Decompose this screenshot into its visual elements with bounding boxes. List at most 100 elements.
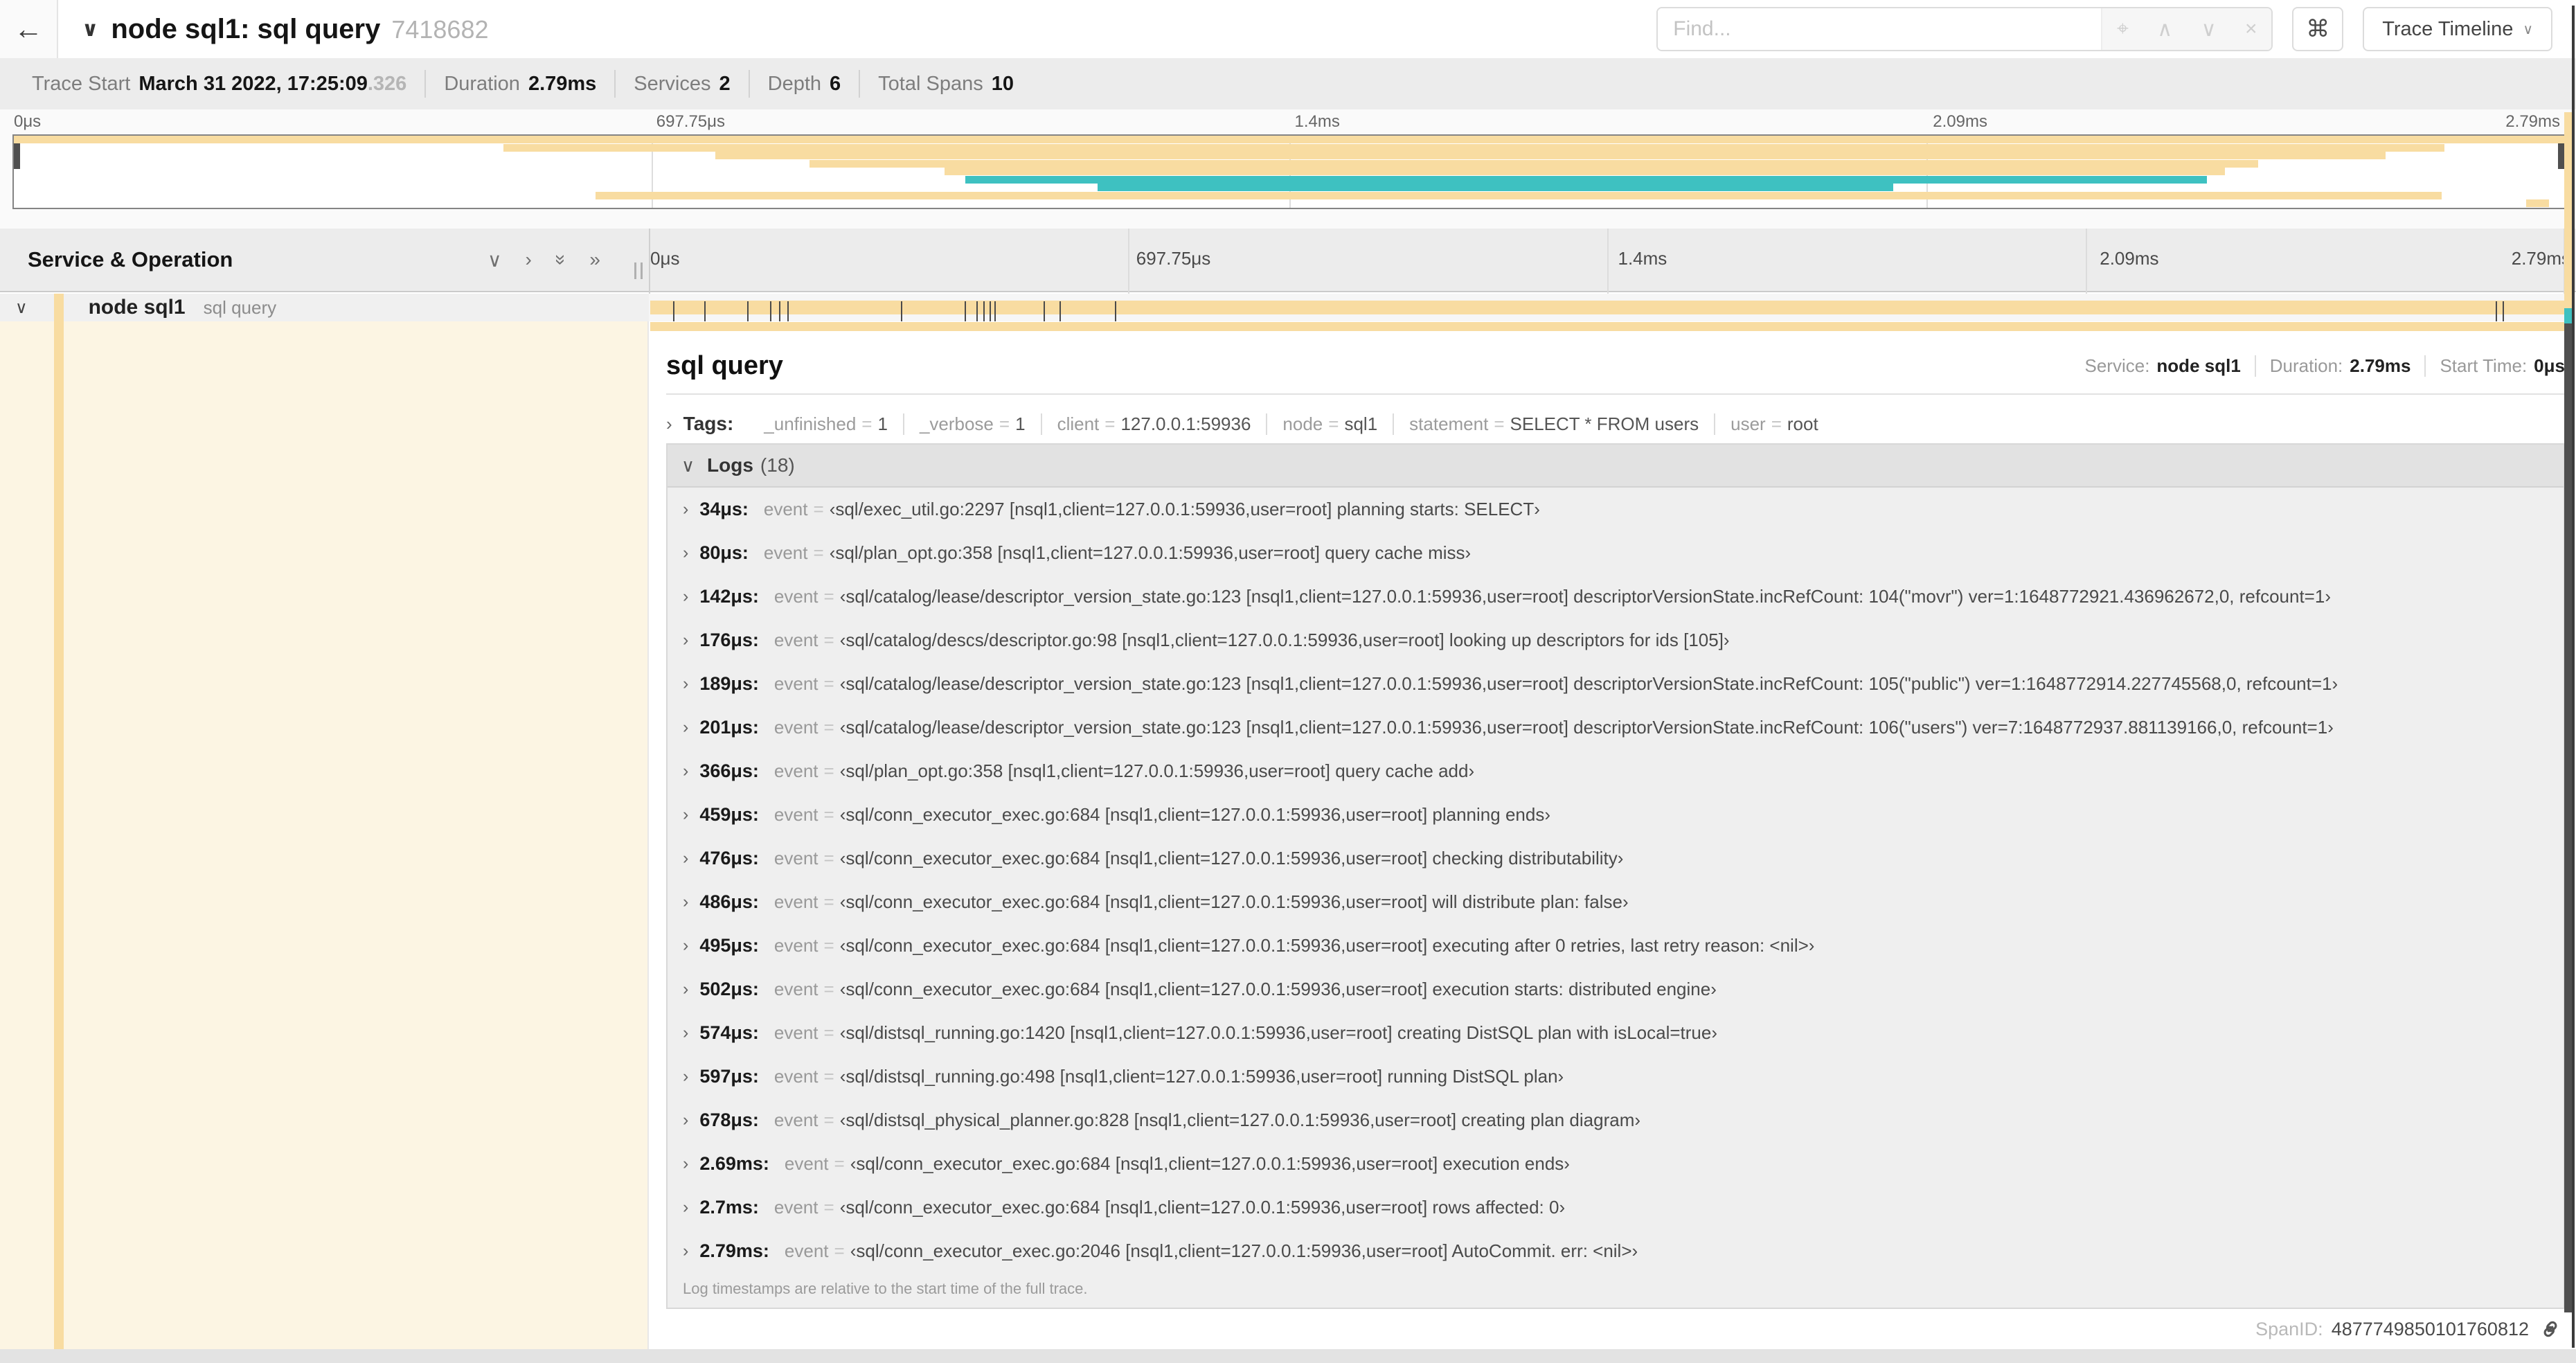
log-row[interactable]: › 176μs: event = ‹sql/catalog/descs/descript… xyxy=(668,618,2564,662)
logs-container: ∨ Logs (18) › 34μs: event = ‹sql/exec_util.g… xyxy=(666,443,2565,1309)
span-extent-accent-bar xyxy=(650,322,2565,331)
logs-count: (18) xyxy=(760,454,795,476)
keyboard-shortcuts-button[interactable]: ⌘ xyxy=(2292,7,2344,51)
tick-label: 2.79ms xyxy=(2505,112,2560,131)
command-icon: ⌘ xyxy=(2306,16,2330,42)
log-row[interactable]: › 476μs: event = ‹sql/conn_executor_exec.go:… xyxy=(668,837,2564,880)
span-name-cell[interactable]: ∨ node sql1 sql query xyxy=(0,294,649,321)
span-timeline-cell[interactable] xyxy=(649,294,2572,328)
minimap-span-bar xyxy=(810,159,2259,168)
tag-item: _unfinished = 1 xyxy=(749,413,904,435)
log-rows: › 34μs: event = ‹sql/exec_util.go:2297 [nsql… xyxy=(668,488,2564,1273)
span-operation-name: sql query xyxy=(203,296,277,318)
stat-item: Duration 2.79ms xyxy=(426,70,616,98)
collapse-all-icon[interactable]: » xyxy=(550,254,572,265)
locate-icon[interactable]: ⌖ xyxy=(2117,17,2129,41)
span-id-row: SpanID: 4877749850101760812 xyxy=(2255,1317,2562,1341)
chevron-down-icon[interactable]: ∨ xyxy=(15,298,28,318)
prev-result-icon[interactable]: ∧ xyxy=(2157,17,2172,42)
tags-row: › Tags: _unfinished = 1 _verbose = 1 client = 12… xyxy=(666,409,2565,439)
service-operation-header: Service & Operation ∨ › » » xyxy=(0,229,649,291)
chevron-right-icon: › xyxy=(683,1197,689,1217)
scrollbar-segment xyxy=(2564,308,2572,323)
log-row[interactable]: › 2.69ms: event = ‹sql/conn_executor_exec.go… xyxy=(668,1142,2564,1186)
column-title: Service & Operation xyxy=(28,247,233,271)
tag-item: client = 127.0.0.1:59936 xyxy=(1042,413,1268,435)
stat-item: Services 2 xyxy=(616,70,750,98)
log-row[interactable]: › 459μs: event = ‹sql/conn_executor_exec.go:… xyxy=(668,793,2564,837)
next-result-icon[interactable]: ∨ xyxy=(2201,17,2217,42)
trace-view-selector[interactable]: Trace Timeline ∨ xyxy=(2363,7,2552,51)
chevron-right-icon: › xyxy=(683,1023,689,1042)
find-input[interactable] xyxy=(1658,8,2102,50)
top-bar: ← ∨ node sql1: sql query 7418682 ⌖ ∧ ∨ × ⌘ … xyxy=(0,0,2576,58)
minimap-span-bar xyxy=(715,152,2386,159)
log-row[interactable]: › 80μs: event = ‹sql/plan_opt.go:358 [nsql1,… xyxy=(668,531,2564,575)
chevron-right-icon: › xyxy=(683,718,689,737)
log-row[interactable]: › 678μs: event = ‹sql/distsql_physical_plann… xyxy=(668,1098,2564,1142)
back-button[interactable]: ← xyxy=(0,0,58,58)
log-row[interactable]: › 2.7ms: event = ‹sql/conn_executor_exec.go:… xyxy=(668,1186,2564,1229)
stat-item: Depth 6 xyxy=(750,70,861,98)
log-row[interactable]: › 597μs: event = ‹sql/distsql_running.go:498… xyxy=(668,1055,2564,1098)
span-duration-bar[interactable] xyxy=(650,301,2566,328)
span-meta-item: Start Time: 0μs xyxy=(2440,355,2565,376)
logs-title: Logs xyxy=(707,454,753,476)
log-row[interactable]: › 495μs: event = ‹sql/conn_executor_exec.go:… xyxy=(668,924,2564,968)
logs-header[interactable]: ∨ Logs (18) xyxy=(668,445,2564,488)
span-color-stripe xyxy=(54,294,64,321)
stat-item: Total Spans 10 xyxy=(878,72,1014,95)
log-row[interactable]: › 34μs: event = ‹sql/exec_util.go:2297 [nsql… xyxy=(668,488,2564,531)
trace-title-wrap: ∨ node sql1: sql query 7418682 xyxy=(82,14,489,45)
tick-label: 697.75μs xyxy=(656,112,725,131)
tag-item: statement = SELECT * FROM users xyxy=(1394,413,1716,435)
minimap-tick-labels: 0μs 697.75μs 1.4ms 2.09ms 2.79ms xyxy=(12,112,2566,134)
chevron-right-icon: › xyxy=(683,630,689,650)
minimap-span-bar xyxy=(595,191,2442,199)
tick-label: 1.4ms xyxy=(1294,112,1340,131)
expand-one-icon[interactable]: › xyxy=(526,249,532,271)
chevron-right-icon: › xyxy=(683,805,689,824)
span-id-value: 4877749850101760812 xyxy=(2331,1318,2529,1339)
top-actions: ⌖ ∧ ∨ × ⌘ Trace Timeline ∨ xyxy=(1656,7,2552,51)
log-row[interactable]: › 486μs: event = ‹sql/conn_executor_exec.go:… xyxy=(668,880,2564,924)
logs-footnote: Log timestamps are relative to the start… xyxy=(683,1280,1088,1297)
tick-label: 0μs xyxy=(650,248,680,269)
page-title: node sql1: sql query xyxy=(111,13,381,44)
span-id-label: SpanID: xyxy=(2255,1318,2323,1339)
chevron-right-icon[interactable]: › xyxy=(666,413,672,435)
trace-stats-bar: Trace Start March 31 2022, 17:25:09.326 Du… xyxy=(0,58,2576,109)
tag-item: user = root xyxy=(1730,413,1818,434)
expanded-span-left-column xyxy=(0,321,649,1349)
log-row[interactable]: › 2.79ms: event = ‹sql/conn_executor_exec.go… xyxy=(668,1229,2564,1273)
expand-all-icon[interactable]: » xyxy=(589,249,600,271)
minimap-canvas[interactable] xyxy=(12,134,2566,209)
minimap-span-bar xyxy=(2525,199,2549,207)
span-meta-item: Duration: 2.79ms xyxy=(2256,355,2426,377)
tag-item: node = sql1 xyxy=(1267,413,1395,435)
minimap-span-bar xyxy=(503,143,2444,152)
chevron-right-icon: › xyxy=(683,1110,689,1130)
chevron-right-icon: › xyxy=(683,587,689,606)
scrollbar-segment xyxy=(2564,112,2572,308)
log-row[interactable]: › 189μs: event = ‹sql/catalog/lease/descript… xyxy=(668,662,2564,706)
log-row[interactable]: › 574μs: event = ‹sql/distsql_running.go:142… xyxy=(668,1011,2564,1055)
span-meta: Service: node sql1 Duration: 2.79ms Start Ti… xyxy=(2071,355,2565,377)
log-row[interactable]: › 201μs: event = ‹sql/catalog/lease/descript… xyxy=(668,706,2564,749)
tags-label[interactable]: Tags: xyxy=(683,413,734,435)
log-row[interactable]: › 142μs: event = ‹sql/catalog/lease/descript… xyxy=(668,575,2564,618)
clear-icon[interactable]: × xyxy=(2245,17,2257,41)
link-icon[interactable] xyxy=(2539,1317,2562,1341)
timeline-column-header: Service & Operation ∨ › » » 0μs 697.75μs 1.4m… xyxy=(0,229,2576,292)
log-row[interactable]: › 366μs: event = ‹sql/plan_opt.go:358 [nsql1… xyxy=(668,749,2564,793)
divider xyxy=(666,393,2565,395)
span-meta-item: Service: node sql1 xyxy=(2071,355,2256,377)
column-resize-grip[interactable] xyxy=(634,262,643,279)
scrollbar-segment xyxy=(2564,323,2572,1312)
collapse-one-icon[interactable]: ∨ xyxy=(488,249,502,271)
chevron-right-icon: › xyxy=(683,1241,689,1260)
minimap-span-bar xyxy=(14,136,2564,143)
log-row[interactable]: › 502μs: event = ‹sql/conn_executor_exec.go:… xyxy=(668,968,2564,1011)
chevron-down-icon[interactable]: ∨ xyxy=(82,17,98,42)
tick-label: 2.79ms xyxy=(2511,248,2570,269)
